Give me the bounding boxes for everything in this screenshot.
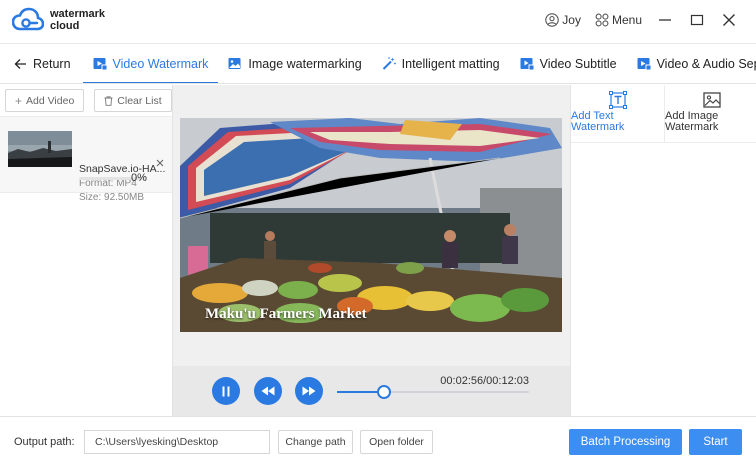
logo-line-2: cloud [50,20,80,32]
tab-label: Intelligent matting [401,56,500,71]
fast-forward-icon [302,386,316,396]
file-list-toolbar: + Add Video Clear List [0,85,172,117]
return-label: Return [33,56,71,71]
remove-file-button[interactable] [155,157,167,169]
tab-video-audio-separation[interactable]: Video & Audio Sepa [627,44,756,83]
tab-image-watermarking[interactable]: Image watermarking [218,44,371,83]
clear-list-button[interactable]: Clear List [94,89,172,112]
user-icon [545,13,560,27]
minimize-button[interactable] [656,11,674,29]
add-video-button[interactable]: + Add Video [5,89,85,112]
watermark-panel: Add Text Watermark Add Image Watermark [570,85,756,416]
fast-forward-button[interactable] [295,377,323,405]
video-frame[interactable]: Maku'u Farmers Market [180,118,562,332]
video-caption-text: Maku'u Farmers Market [205,306,367,322]
subtitle-icon [520,57,534,70]
change-path-button[interactable]: Change path [278,430,353,454]
trash-icon [104,95,113,106]
start-button[interactable]: Start [689,429,742,455]
image-icon [228,57,242,70]
open-folder-button[interactable]: Open folder [360,430,433,454]
tab-label: Image watermarking [248,56,362,71]
rewind-icon [261,386,275,396]
menu-label: Menu [611,13,642,27]
logo-text: watermark cloud [50,8,105,32]
tab-intelligent-matting[interactable]: Intelligent matting [372,44,510,83]
feature-tabs: Return Video Watermark Image watermarkin… [0,44,756,84]
market-scene-image [180,118,562,332]
add-image-label-2: Watermark [665,121,719,133]
title-actions: Joy Menu [545,11,738,29]
timeline-handle[interactable] [376,385,391,399]
maximize-button[interactable] [688,11,706,29]
title-bar: watermark cloud Joy Menu [0,0,756,44]
app-logo: watermark cloud [12,7,105,33]
close-window-button[interactable] [720,11,738,29]
user-account[interactable]: Joy [545,13,581,27]
file-progress-text: 0% [131,172,147,184]
logo-line-1: watermark [50,8,106,20]
minimize-icon [659,19,671,21]
watermark-type-row: Add Text Watermark Add Image Watermark [571,85,756,143]
grid-menu-icon [595,13,609,27]
tab-label: Video Subtitle [539,56,617,71]
clear-list-label: Clear List [117,94,162,107]
arrow-left-icon [14,58,27,70]
output-path-label: Output path: [14,436,75,448]
plus-icon: + [15,93,23,108]
add-image-watermark-button[interactable]: Add Image Watermark [664,85,756,143]
tab-label: Video & Audio Sepa [656,56,756,71]
add-video-label: Add Video [26,94,75,107]
pause-button[interactable] [212,377,240,405]
output-path-field[interactable]: C:\Users\lyesking\Desktop [84,430,270,454]
tab-label: Video Watermark [112,56,209,71]
cloud-logo-icon [12,7,44,31]
rewind-button[interactable] [254,377,282,405]
maximize-icon [690,14,704,26]
add-text-label-2: Watermark [571,121,625,133]
add-text-watermark-button[interactable]: Add Text Watermark [571,85,664,143]
magic-wand-icon [382,57,396,70]
player-controls: 00:02:56/00:12:03 [173,366,570,416]
close-icon [723,14,735,26]
file-list-panel: + Add Video Clear List SnapSave.io-HA...… [0,85,173,416]
batch-processing-button[interactable]: Batch Processing [569,429,682,455]
tab-video-subtitle[interactable]: Video Subtitle [510,44,627,83]
menu-button[interactable]: Menu [595,13,642,27]
return-button[interactable]: Return [0,44,83,83]
user-name: Joy [562,13,581,27]
picture-icon [665,91,756,109]
playback-timeline[interactable] [337,385,529,399]
video-thumbnail [8,131,72,167]
close-icon [156,159,164,167]
playback-time: 00:02:56/00:12:03 [440,375,529,387]
output-bar: Output path: C:\Users\lyesking\Desktop C… [0,416,756,466]
video-preview-area: Maku'u Farmers Market [173,85,570,366]
tab-video-watermark[interactable]: Video Watermark [82,44,219,83]
separate-icon [637,57,651,70]
video-icon [93,57,107,70]
file-size: Size: 92.50MB [79,192,145,203]
pause-icon [222,386,230,396]
file-name: SnapSave.io-HA... [79,163,166,175]
text-box-icon [571,91,664,109]
